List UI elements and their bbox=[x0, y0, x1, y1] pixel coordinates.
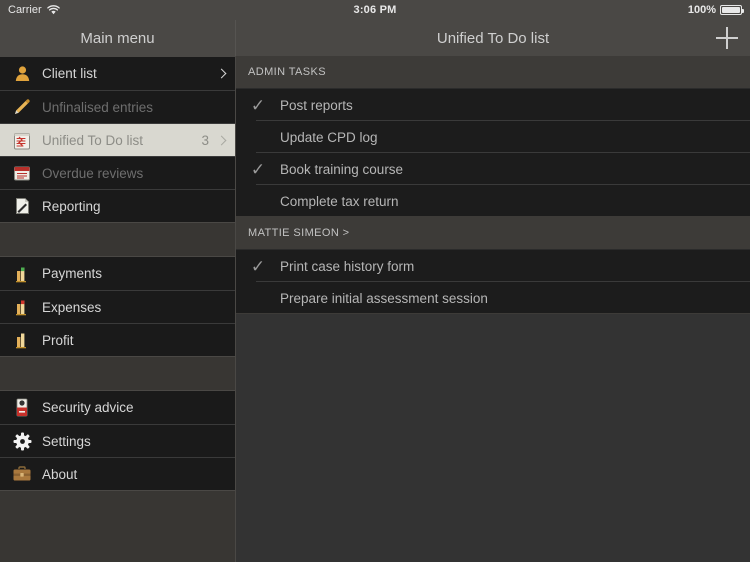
sidebar-item-unified-to-do-list[interactable]: Unified To Do list 3 bbox=[0, 123, 235, 156]
checkmark-icon[interactable]: ✓ bbox=[236, 97, 280, 114]
chevron-right-icon bbox=[216, 68, 227, 79]
table-row[interactable]: ✓ Print case history form bbox=[236, 250, 750, 282]
bar-chart-green-icon bbox=[10, 263, 34, 285]
table-row[interactable]: Prepare initial assessment session bbox=[236, 282, 750, 314]
sidebar-item-label: Security advice bbox=[42, 400, 134, 415]
calendar-icon bbox=[10, 162, 34, 184]
status-bar: Carrier 3:06 PM 100% bbox=[0, 0, 750, 20]
sidebar-item-label: Payments bbox=[42, 266, 103, 281]
sidebar-item-label: Settings bbox=[42, 433, 91, 449]
checkmark-icon[interactable]: ✓ bbox=[236, 161, 280, 178]
sidebar-title: Main menu bbox=[0, 20, 236, 56]
navigation-bar: Main menu Unified To Do list bbox=[0, 20, 750, 56]
person-icon bbox=[10, 63, 34, 85]
sidebar-item-unfinalised-entries[interactable]: Unfinalised entries bbox=[0, 90, 235, 123]
sidebar-spacer bbox=[0, 223, 235, 256]
sidebar-item-label: Profit bbox=[42, 332, 74, 348]
task-title: Prepare initial assessment session bbox=[280, 290, 488, 306]
sidebar-group-finance: Payments Expenses Profit bbox=[0, 256, 235, 357]
status-bar-right: 100% bbox=[687, 4, 744, 16]
sidebar-group-utility: Security advice Settings About bbox=[0, 390, 235, 491]
sidebar-item-profit[interactable]: Profit bbox=[0, 323, 235, 356]
detail-header: Unified To Do list bbox=[236, 20, 750, 56]
bar-chart-gold-icon bbox=[10, 329, 34, 351]
sidebar-item-security-advice[interactable]: Security advice bbox=[0, 391, 235, 424]
sidebar-item-label: Overdue reviews bbox=[42, 165, 144, 181]
checkmark-icon[interactable]: ✓ bbox=[236, 258, 280, 275]
sidebar-item-label: Client list bbox=[42, 66, 97, 81]
clock-label: 3:06 PM bbox=[353, 4, 397, 16]
task-title: Print case history form bbox=[280, 258, 415, 274]
sidebar-item-badge: 3 bbox=[201, 132, 209, 148]
todo-detail-pane: ADMIN TASKS ✓ Post reports Update CPD lo… bbox=[236, 56, 750, 562]
task-title: Post reports bbox=[280, 97, 353, 113]
sidebar-item-payments[interactable]: Payments bbox=[0, 257, 235, 290]
chevron-right-icon bbox=[216, 135, 227, 145]
sidebar-item-client-list[interactable]: Client list bbox=[0, 57, 235, 90]
sidebar-item-about[interactable]: About bbox=[0, 457, 235, 490]
sidebar-spacer bbox=[0, 357, 235, 390]
notepad-icon bbox=[10, 129, 34, 151]
sidebar-item-reporting[interactable]: Reporting bbox=[0, 189, 235, 222]
table-row[interactable]: Complete tax return bbox=[236, 185, 750, 217]
content-area: Client list Unfinalised entries Unified … bbox=[0, 56, 750, 562]
sidebar-item-label: Unified To Do list bbox=[42, 132, 144, 148]
pencil-icon bbox=[10, 96, 34, 118]
battery-icon bbox=[720, 5, 744, 15]
task-title: Book training course bbox=[280, 161, 404, 177]
sidebar: Client list Unfinalised entries Unified … bbox=[0, 56, 236, 562]
sidebar-item-settings[interactable]: Settings bbox=[0, 424, 235, 457]
bar-chart-red-icon bbox=[10, 296, 34, 318]
table-row[interactable]: ✓ Post reports bbox=[236, 89, 750, 121]
sidebar-item-label: About bbox=[42, 466, 78, 482]
sidebar-item-overdue-reviews[interactable]: Overdue reviews bbox=[0, 156, 235, 189]
sidebar-item-expenses[interactable]: Expenses bbox=[0, 290, 235, 323]
task-list-admin: ✓ Post reports Update CPD log ✓ Book tra… bbox=[236, 89, 750, 217]
section-header-admin-tasks: ADMIN TASKS bbox=[236, 56, 750, 89]
sidebar-item-label: Expenses bbox=[42, 299, 102, 315]
document-pen-icon bbox=[10, 195, 34, 217]
sidebar-item-label: Reporting bbox=[42, 198, 101, 214]
table-row[interactable]: Update CPD log bbox=[236, 121, 750, 153]
briefcase-icon bbox=[10, 463, 34, 485]
sidebar-group-main: Client list Unfinalised entries Unified … bbox=[0, 56, 235, 223]
app-window: Carrier 3:06 PM 100% Main menu Unified T… bbox=[0, 0, 750, 562]
sidebar-item-label: Unfinalised entries bbox=[42, 99, 154, 115]
door-hanger-icon bbox=[10, 397, 34, 419]
gear-icon bbox=[10, 430, 34, 452]
empty-area bbox=[236, 314, 750, 562]
task-title: Complete tax return bbox=[280, 193, 399, 209]
task-list-mattie-simeon: ✓ Print case history form Prepare initia… bbox=[236, 250, 750, 314]
task-title: Update CPD log bbox=[280, 129, 378, 145]
plus-icon[interactable] bbox=[716, 27, 738, 49]
sidebar-bottom-spacer bbox=[0, 491, 235, 562]
section-header-mattie-simeon[interactable]: MATTIE SIMEON > bbox=[236, 217, 750, 250]
table-row[interactable]: ✓ Book training course bbox=[236, 153, 750, 185]
page-title: Unified To Do list bbox=[436, 29, 550, 47]
battery-percent-label: 100% bbox=[687, 4, 716, 16]
